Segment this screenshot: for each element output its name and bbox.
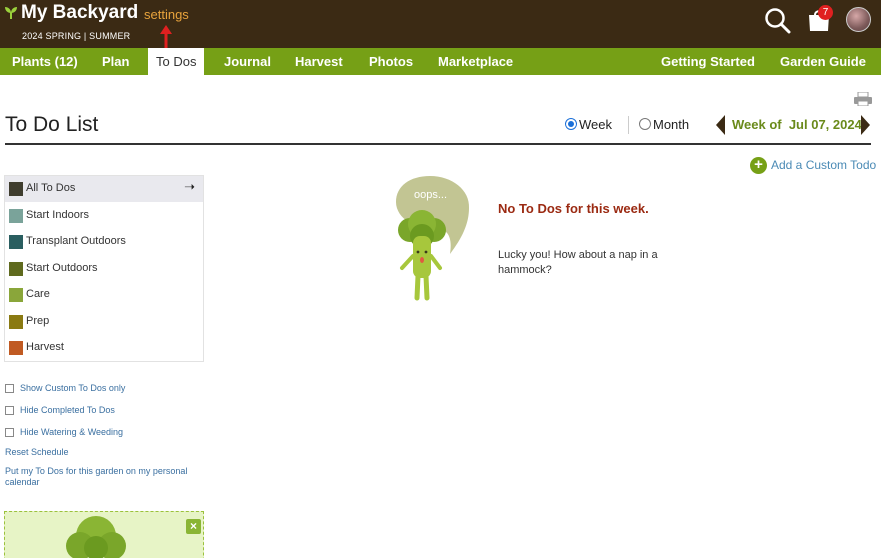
category-swatch bbox=[9, 235, 23, 249]
category-start-outdoors[interactable]: Start Outdoors bbox=[5, 256, 203, 282]
week-label: Week of Jul 07, 2024 bbox=[732, 117, 862, 132]
category-prep[interactable]: Prep bbox=[5, 309, 203, 335]
category-start-indoors[interactable]: Start Indoors bbox=[5, 203, 203, 229]
show-custom-label[interactable]: Show Custom To Dos only bbox=[20, 383, 125, 393]
hide-completed-label[interactable]: Hide Completed To Dos bbox=[20, 405, 115, 415]
next-week-icon[interactable] bbox=[861, 115, 870, 135]
oops-bubble-text: oops... bbox=[414, 189, 447, 201]
broccoli-icon bbox=[66, 516, 126, 558]
category-label: Transplant Outdoors bbox=[26, 235, 126, 247]
category-swatch bbox=[9, 315, 23, 329]
hide-watering-label[interactable]: Hide Watering & Weeding bbox=[20, 427, 123, 437]
category-label: Start Indoors bbox=[26, 209, 89, 221]
category-swatch bbox=[9, 209, 23, 223]
category-swatch bbox=[9, 182, 23, 196]
divider bbox=[628, 116, 629, 134]
category-swatch bbox=[9, 341, 23, 355]
view-week-radio[interactable] bbox=[565, 118, 577, 130]
add-custom-todo-link[interactable]: Add a Custom Todo bbox=[771, 158, 876, 172]
nav-plan[interactable]: Plan bbox=[102, 48, 129, 75]
close-icon[interactable]: × bbox=[186, 519, 201, 534]
category-list: All To Dos ➝ Start Indoors Transplant Ou… bbox=[4, 175, 204, 362]
plus-circle-icon[interactable]: + bbox=[750, 157, 767, 174]
nav-photos[interactable]: Photos bbox=[369, 48, 413, 75]
print-icon[interactable] bbox=[854, 92, 872, 106]
view-week-label[interactable]: Week bbox=[579, 117, 612, 132]
reset-schedule-link[interactable]: Reset Schedule bbox=[5, 447, 69, 458]
nav-plants[interactable]: Plants (12) bbox=[12, 48, 78, 75]
search-icon[interactable] bbox=[764, 7, 791, 34]
nav-todos[interactable]: To Dos bbox=[148, 48, 205, 75]
nav-journal[interactable]: Journal bbox=[224, 48, 271, 75]
top-header: My Backyard settings 2024 SPRING | SUMME… bbox=[0, 0, 881, 51]
season-label: 2024 SPRING | SUMMER bbox=[22, 31, 131, 41]
nav-marketplace[interactable]: Marketplace bbox=[438, 48, 513, 75]
show-custom-checkbox[interactable] bbox=[5, 384, 14, 393]
calendar-link[interactable]: Put my To Dos for this garden on my pers… bbox=[5, 466, 205, 488]
promo-box: × bbox=[4, 511, 204, 558]
app-title[interactable]: My Backyard bbox=[21, 2, 138, 24]
category-swatch bbox=[9, 262, 23, 276]
hide-completed-checkbox[interactable] bbox=[5, 406, 14, 415]
category-label: Care bbox=[26, 288, 50, 300]
category-swatch bbox=[9, 288, 23, 302]
cart-count-badge: 7 bbox=[818, 5, 833, 20]
arrow-right-icon: ➝ bbox=[184, 179, 195, 194]
category-label: Harvest bbox=[26, 341, 64, 353]
category-harvest[interactable]: Harvest bbox=[5, 335, 203, 361]
sprout-icon bbox=[5, 7, 17, 19]
prev-week-icon[interactable] bbox=[716, 115, 725, 135]
user-avatar[interactable] bbox=[846, 7, 871, 32]
category-label: Start Outdoors bbox=[26, 262, 98, 274]
empty-state-title: No To Dos for this week. bbox=[498, 201, 649, 216]
broccoli-mascot-icon: oops... bbox=[396, 176, 470, 301]
nav-harvest[interactable]: Harvest bbox=[295, 48, 343, 75]
category-all-todos[interactable]: All To Dos ➝ bbox=[5, 176, 203, 202]
category-care[interactable]: Care bbox=[5, 282, 203, 308]
page-title: To Do List bbox=[5, 113, 99, 136]
view-month-radio[interactable] bbox=[639, 118, 651, 130]
nav-getting-started[interactable]: Getting Started bbox=[661, 48, 755, 75]
empty-state-message: Lucky you! How about a nap in a hammock? bbox=[498, 249, 658, 276]
category-label: Prep bbox=[26, 315, 50, 327]
category-transplant-outdoors[interactable]: Transplant Outdoors bbox=[5, 229, 203, 255]
category-label: All To Dos bbox=[26, 182, 76, 194]
view-month-label[interactable]: Month bbox=[653, 117, 689, 132]
settings-link[interactable]: settings bbox=[144, 7, 189, 22]
nav-garden-guide[interactable]: Garden Guide bbox=[780, 48, 866, 75]
title-divider bbox=[5, 143, 871, 145]
main-nav: Plants (12) Plan To Dos Journal Harvest … bbox=[0, 48, 881, 75]
hide-watering-checkbox[interactable] bbox=[5, 428, 14, 437]
